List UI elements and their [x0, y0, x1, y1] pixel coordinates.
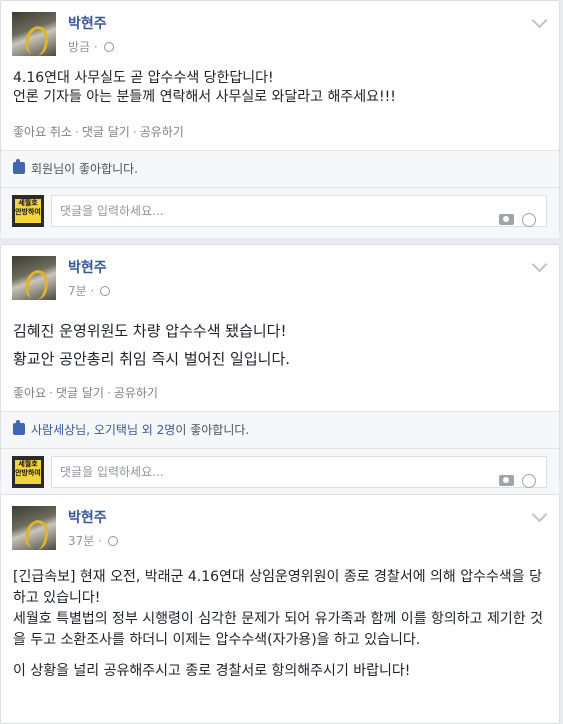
emoji-icon[interactable]: [522, 212, 536, 227]
likers-link[interactable]: 사람세상님, 오기택님 외 2명: [31, 423, 175, 437]
timestamp[interactable]: 방금: [68, 40, 90, 54]
thumbs-up-icon: [13, 159, 25, 174]
chevron-down-icon[interactable]: [531, 12, 548, 29]
post-line: 김혜진 운영위원도 차량 압수수색 됐습니다!: [13, 322, 287, 340]
likes-text: 회원님이 좋아합니다.: [31, 162, 138, 176]
author-name[interactable]: 박현주: [68, 13, 107, 33]
post-header: 박현주 37분 ·: [1, 495, 559, 551]
post-card: 박현주 7분 · 김혜진 운영위원도 차량 압수수색 됐습니다! 황교안 공안총…: [0, 244, 560, 499]
likes-text: 이 좋아합니다.: [175, 423, 250, 437]
unlike-button[interactable]: 좋아요 취소: [13, 125, 72, 139]
post-body: [긴급속보] 현재 오전, 박래군 4.16연대 상임운영위원이 종로 경찰서에…: [1, 551, 559, 682]
avatar[interactable]: [12, 256, 56, 300]
comment-button[interactable]: 댓글 달기: [56, 386, 104, 400]
commenter-avatar: [12, 456, 44, 488]
chevron-down-icon[interactable]: [531, 256, 548, 273]
post-line: 세월호 특별법의 정부 시행령이 심각한 문제가 되어 유가족과 함께 이를 항…: [13, 611, 543, 648]
chevron-down-icon[interactable]: [531, 506, 548, 523]
commenter-avatar: [12, 195, 44, 227]
post-actions: 좋아요 취소 · 댓글 달기 · 공유하기: [13, 125, 184, 139]
globe-icon: [103, 42, 114, 52]
globe-icon: [100, 286, 111, 296]
avatar[interactable]: [12, 12, 56, 56]
post-header: 박현주 7분 ·: [1, 245, 559, 301]
post-body: 김혜진 운영위원도 차량 압수수색 됐습니다! 황교안 공안총리 취임 즉시 벌…: [1, 301, 559, 377]
post-line: 4.16연대 사무실도 곧 압수수색 당한답니다!: [13, 70, 274, 86]
comment-input[interactable]: 댓글을 입력하세요...: [51, 456, 547, 488]
post-meta: 방금 ·: [68, 38, 114, 55]
emoji-icon[interactable]: [522, 473, 536, 488]
timestamp[interactable]: 7분: [68, 284, 87, 298]
post-meta: 7분 ·: [68, 282, 111, 299]
camera-icon[interactable]: [499, 214, 514, 225]
comment-composer: 댓글을 입력하세요...: [1, 187, 559, 238]
share-button[interactable]: 공유하기: [140, 125, 184, 139]
post-card: 박현주 방금 · 4.16연대 사무실도 곧 압수수색 당한답니다! 언론 기자…: [0, 0, 560, 238]
comment-input[interactable]: 댓글을 입력하세요...: [51, 195, 547, 227]
globe-icon: [107, 536, 118, 546]
post-line: 황교안 공안총리 취임 즉시 벌어진 일입니다.: [13, 350, 291, 368]
likes-summary: 사람세상님, 오기택님 외 2명이 좋아합니다.: [1, 411, 559, 448]
like-button[interactable]: 좋아요: [13, 386, 46, 400]
post-actions: 좋아요 · 댓글 달기 · 공유하기: [13, 386, 158, 400]
comment-composer: 댓글을 입력하세요...: [1, 448, 559, 499]
post-header: 박현주 방금 ·: [1, 1, 559, 57]
post-body: 4.16연대 사무실도 곧 압수수색 당한답니다! 언론 기자들 아는 분들께 …: [1, 57, 559, 116]
avatar[interactable]: [12, 506, 56, 550]
post-card: 박현주 37분 · [긴급속보] 현재 오전, 박래군 4.16연대 상임운영위…: [0, 494, 560, 724]
comment-button[interactable]: 댓글 달기: [82, 125, 130, 139]
post-line: 이 상황을 널리 공유해주시고 종로 경찰서로 항의해주시기 바랍니다!: [13, 663, 411, 679]
post-line: 언론 기자들 아는 분들께 연락해서 사무실로 와달라고 해주세요!!!: [13, 89, 396, 105]
camera-icon[interactable]: [499, 475, 514, 486]
likes-summary: 회원님이 좋아합니다.: [1, 150, 559, 187]
timestamp[interactable]: 37분: [68, 534, 94, 548]
author-name[interactable]: 박현주: [68, 257, 107, 277]
share-button[interactable]: 공유하기: [114, 386, 158, 400]
author-name[interactable]: 박현주: [68, 507, 107, 527]
post-meta: 37분 ·: [68, 532, 118, 549]
post-line: [긴급속보] 현재 오전, 박래군 4.16연대 상임운영위원이 종로 경찰서에…: [13, 569, 542, 606]
thumbs-up-icon: [13, 420, 25, 435]
